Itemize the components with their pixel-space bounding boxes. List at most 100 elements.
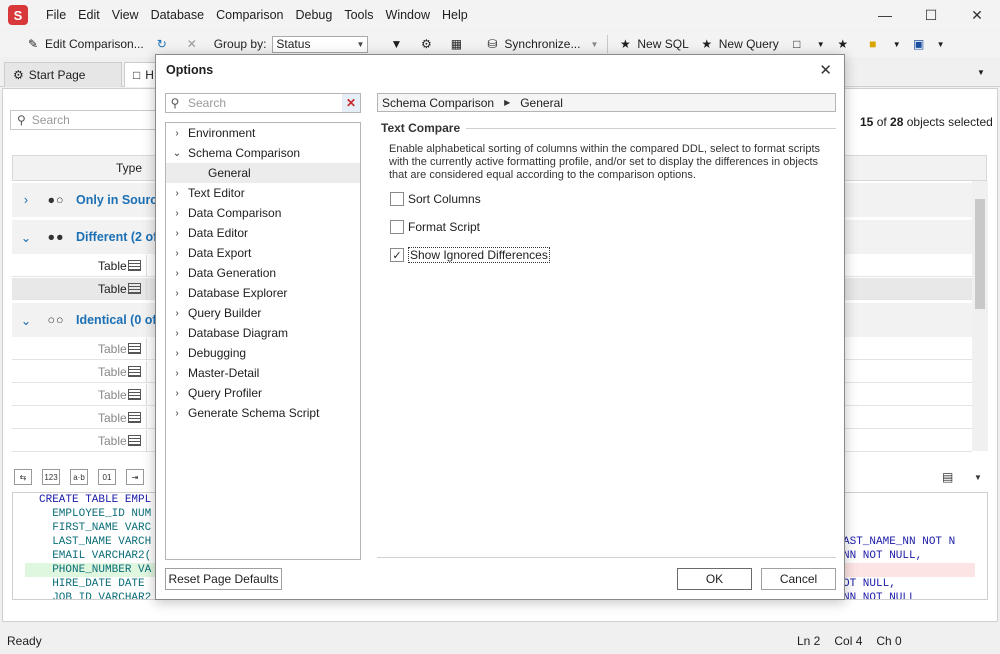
menu-help[interactable]: Help — [436, 8, 474, 22]
tree-item-data-export[interactable]: › Data Export — [166, 243, 360, 263]
object-search-input[interactable]: ⚲ Search — [10, 110, 160, 130]
breadcrumb-separator-icon: ▶ — [504, 98, 511, 107]
tree-item-data-generation[interactable]: › Data Generation — [166, 263, 360, 283]
cell-divider — [146, 361, 147, 383]
whitespace-icon[interactable]: a·b — [70, 469, 88, 485]
menu-comparison[interactable]: Comparison — [210, 8, 289, 22]
chevron-right-icon[interactable]: › — [166, 408, 188, 419]
close-window-button[interactable]: ✕ — [954, 0, 1000, 30]
menu-view[interactable]: View — [106, 8, 145, 22]
save-button[interactable]: ▣ ▼ — [906, 33, 950, 55]
tree-item-data-comparison[interactable]: › Data Comparison — [166, 203, 360, 223]
chevron-right-icon[interactable]: › — [166, 288, 188, 299]
format-script-checkbox[interactable] — [390, 220, 404, 234]
synchronize-button[interactable]: ⛁ Synchronize... ▼ — [479, 33, 603, 55]
menu-window[interactable]: Window — [380, 8, 436, 22]
options-search-input[interactable]: ⚲ Search ✕ — [165, 93, 361, 113]
tree-item-query-profiler[interactable]: › Query Profiler — [166, 383, 360, 403]
sort-columns-label: Sort Columns — [408, 192, 481, 206]
tree-item-general[interactable]: General — [166, 163, 360, 183]
menu-file[interactable]: File — [40, 8, 72, 22]
table-icon — [128, 366, 141, 377]
open-button[interactable]: ■ ▼ — [860, 33, 906, 55]
sort-columns-option[interactable]: Sort Columns — [390, 191, 481, 207]
close-icon[interactable]: ✕ — [819, 61, 832, 79]
filter-button[interactable]: ▼ — [383, 33, 413, 55]
chevron-right-icon[interactable]: › — [166, 248, 188, 259]
tree-item-environment[interactable]: › Environment — [166, 123, 360, 143]
cancel-button[interactable]: Cancel — [761, 568, 836, 590]
chevron-right-icon[interactable]: › — [166, 348, 188, 359]
chevron-right-icon[interactable]: › — [166, 188, 188, 199]
chevron-right-icon[interactable]: › — [166, 308, 188, 319]
word-wrap-icon[interactable]: ⇆ — [14, 469, 32, 485]
binary-icon[interactable]: 01 — [98, 469, 116, 485]
show-ignored-differences-option[interactable]: ✓ Show Ignored Differences — [390, 247, 550, 263]
layout-icon[interactable]: ▤ — [942, 470, 953, 484]
tab-start-page[interactable]: ⚙ Start Page — [4, 62, 122, 87]
new-document-button[interactable]: □ ▼ — [784, 33, 830, 55]
format-script-option[interactable]: Format Script — [390, 219, 480, 235]
tree-item-label: Database Explorer — [188, 286, 288, 300]
group-by-select[interactable]: Status ▼ — [272, 35, 369, 53]
grid-scrollbar[interactable] — [972, 181, 988, 451]
tree-item-data-editor[interactable]: › Data Editor — [166, 223, 360, 243]
stop-button[interactable]: ✕ — [179, 33, 209, 55]
group-by-label: Group by: — [213, 37, 267, 51]
sort-columns-checkbox[interactable] — [390, 192, 404, 206]
reset-page-defaults-button[interactable]: Reset Page Defaults — [165, 568, 282, 590]
chevron-right-icon[interactable]: › — [166, 268, 188, 279]
table-icon — [128, 435, 141, 446]
code-line: EMAIL VARCHAR2( — [39, 550, 152, 562]
show-ignored-differences-checkbox[interactable]: ✓ — [390, 248, 404, 262]
tree-item-debugging[interactable]: › Debugging — [166, 343, 360, 363]
tabs-menu-icon[interactable]: ▼ — [977, 68, 985, 77]
new-query-button[interactable]: ★ New Query — [694, 33, 784, 55]
chevron-down-icon[interactable]: ▼ — [974, 473, 982, 482]
new-query-label: New Query — [718, 37, 779, 51]
type-column-header[interactable]: Type — [116, 161, 142, 175]
menu-edit[interactable]: Edit — [72, 8, 106, 22]
tree-item-query-builder[interactable]: › Query Builder — [166, 303, 360, 323]
new-query-icon: ★ — [701, 37, 713, 51]
indent-icon[interactable]: ⇥ — [126, 469, 144, 485]
line-numbers-icon[interactable]: 123 — [42, 469, 60, 485]
menu-database[interactable]: Database — [145, 8, 211, 22]
new-sql-button[interactable]: ★ New SQL — [612, 33, 693, 55]
chevron-right-icon[interactable]: › — [166, 328, 188, 339]
chevron-right-icon[interactable]: › — [166, 128, 188, 139]
tab-comparison-label: H — [145, 68, 154, 82]
tree-item-generate-schema-script[interactable]: › Generate Schema Script — [166, 403, 360, 423]
clear-search-icon[interactable]: ✕ — [342, 94, 360, 112]
selected-suffix: objects selected — [903, 115, 993, 129]
breadcrumb-item: Schema Comparison — [382, 95, 495, 110]
edit-comparison-button[interactable]: ✎ Edit Comparison... — [20, 33, 149, 55]
menu-debug[interactable]: Debug — [289, 8, 338, 22]
menu-tools[interactable]: Tools — [338, 8, 379, 22]
chevron-down-icon[interactable]: ⌄ — [166, 148, 188, 159]
chevron-down-icon: ⌄ — [20, 230, 32, 245]
compare-settings-button[interactable]: ⚙ — [413, 33, 443, 55]
tree-item-database-explorer[interactable]: › Database Explorer — [166, 283, 360, 303]
minimize-button[interactable]: — — [862, 0, 908, 30]
maximize-button[interactable]: ☐ — [908, 0, 954, 30]
status-char: Ch 0 — [876, 634, 902, 648]
new-item-button[interactable]: ★ — [830, 33, 860, 55]
code-line-right: OT NULL, — [843, 578, 896, 590]
ok-button[interactable]: OK — [677, 568, 752, 590]
tree-item-schema-comparison[interactable]: ⌄ Schema Comparison — [166, 143, 360, 163]
status-text: Ready — [7, 634, 42, 648]
tree-item-master-detail[interactable]: › Master-Detail — [166, 363, 360, 383]
chevron-right-icon[interactable]: › — [166, 228, 188, 239]
chevron-right-icon[interactable]: › — [166, 368, 188, 379]
tree-item-text-editor[interactable]: › Text Editor — [166, 183, 360, 203]
tree-item-database-diagram[interactable]: › Database Diagram — [166, 323, 360, 343]
chevron-right-icon[interactable]: › — [166, 208, 188, 219]
chevron-down-icon: ▼ — [356, 39, 365, 49]
code-line: LAST_NAME VARCH — [39, 536, 152, 548]
refresh-button[interactable]: ↻ — [149, 33, 179, 55]
scrollbar-thumb[interactable] — [975, 199, 985, 309]
tree-item-label: Data Editor — [188, 226, 249, 240]
chevron-right-icon[interactable]: › — [166, 388, 188, 399]
report-button[interactable]: ▦ — [443, 33, 473, 55]
